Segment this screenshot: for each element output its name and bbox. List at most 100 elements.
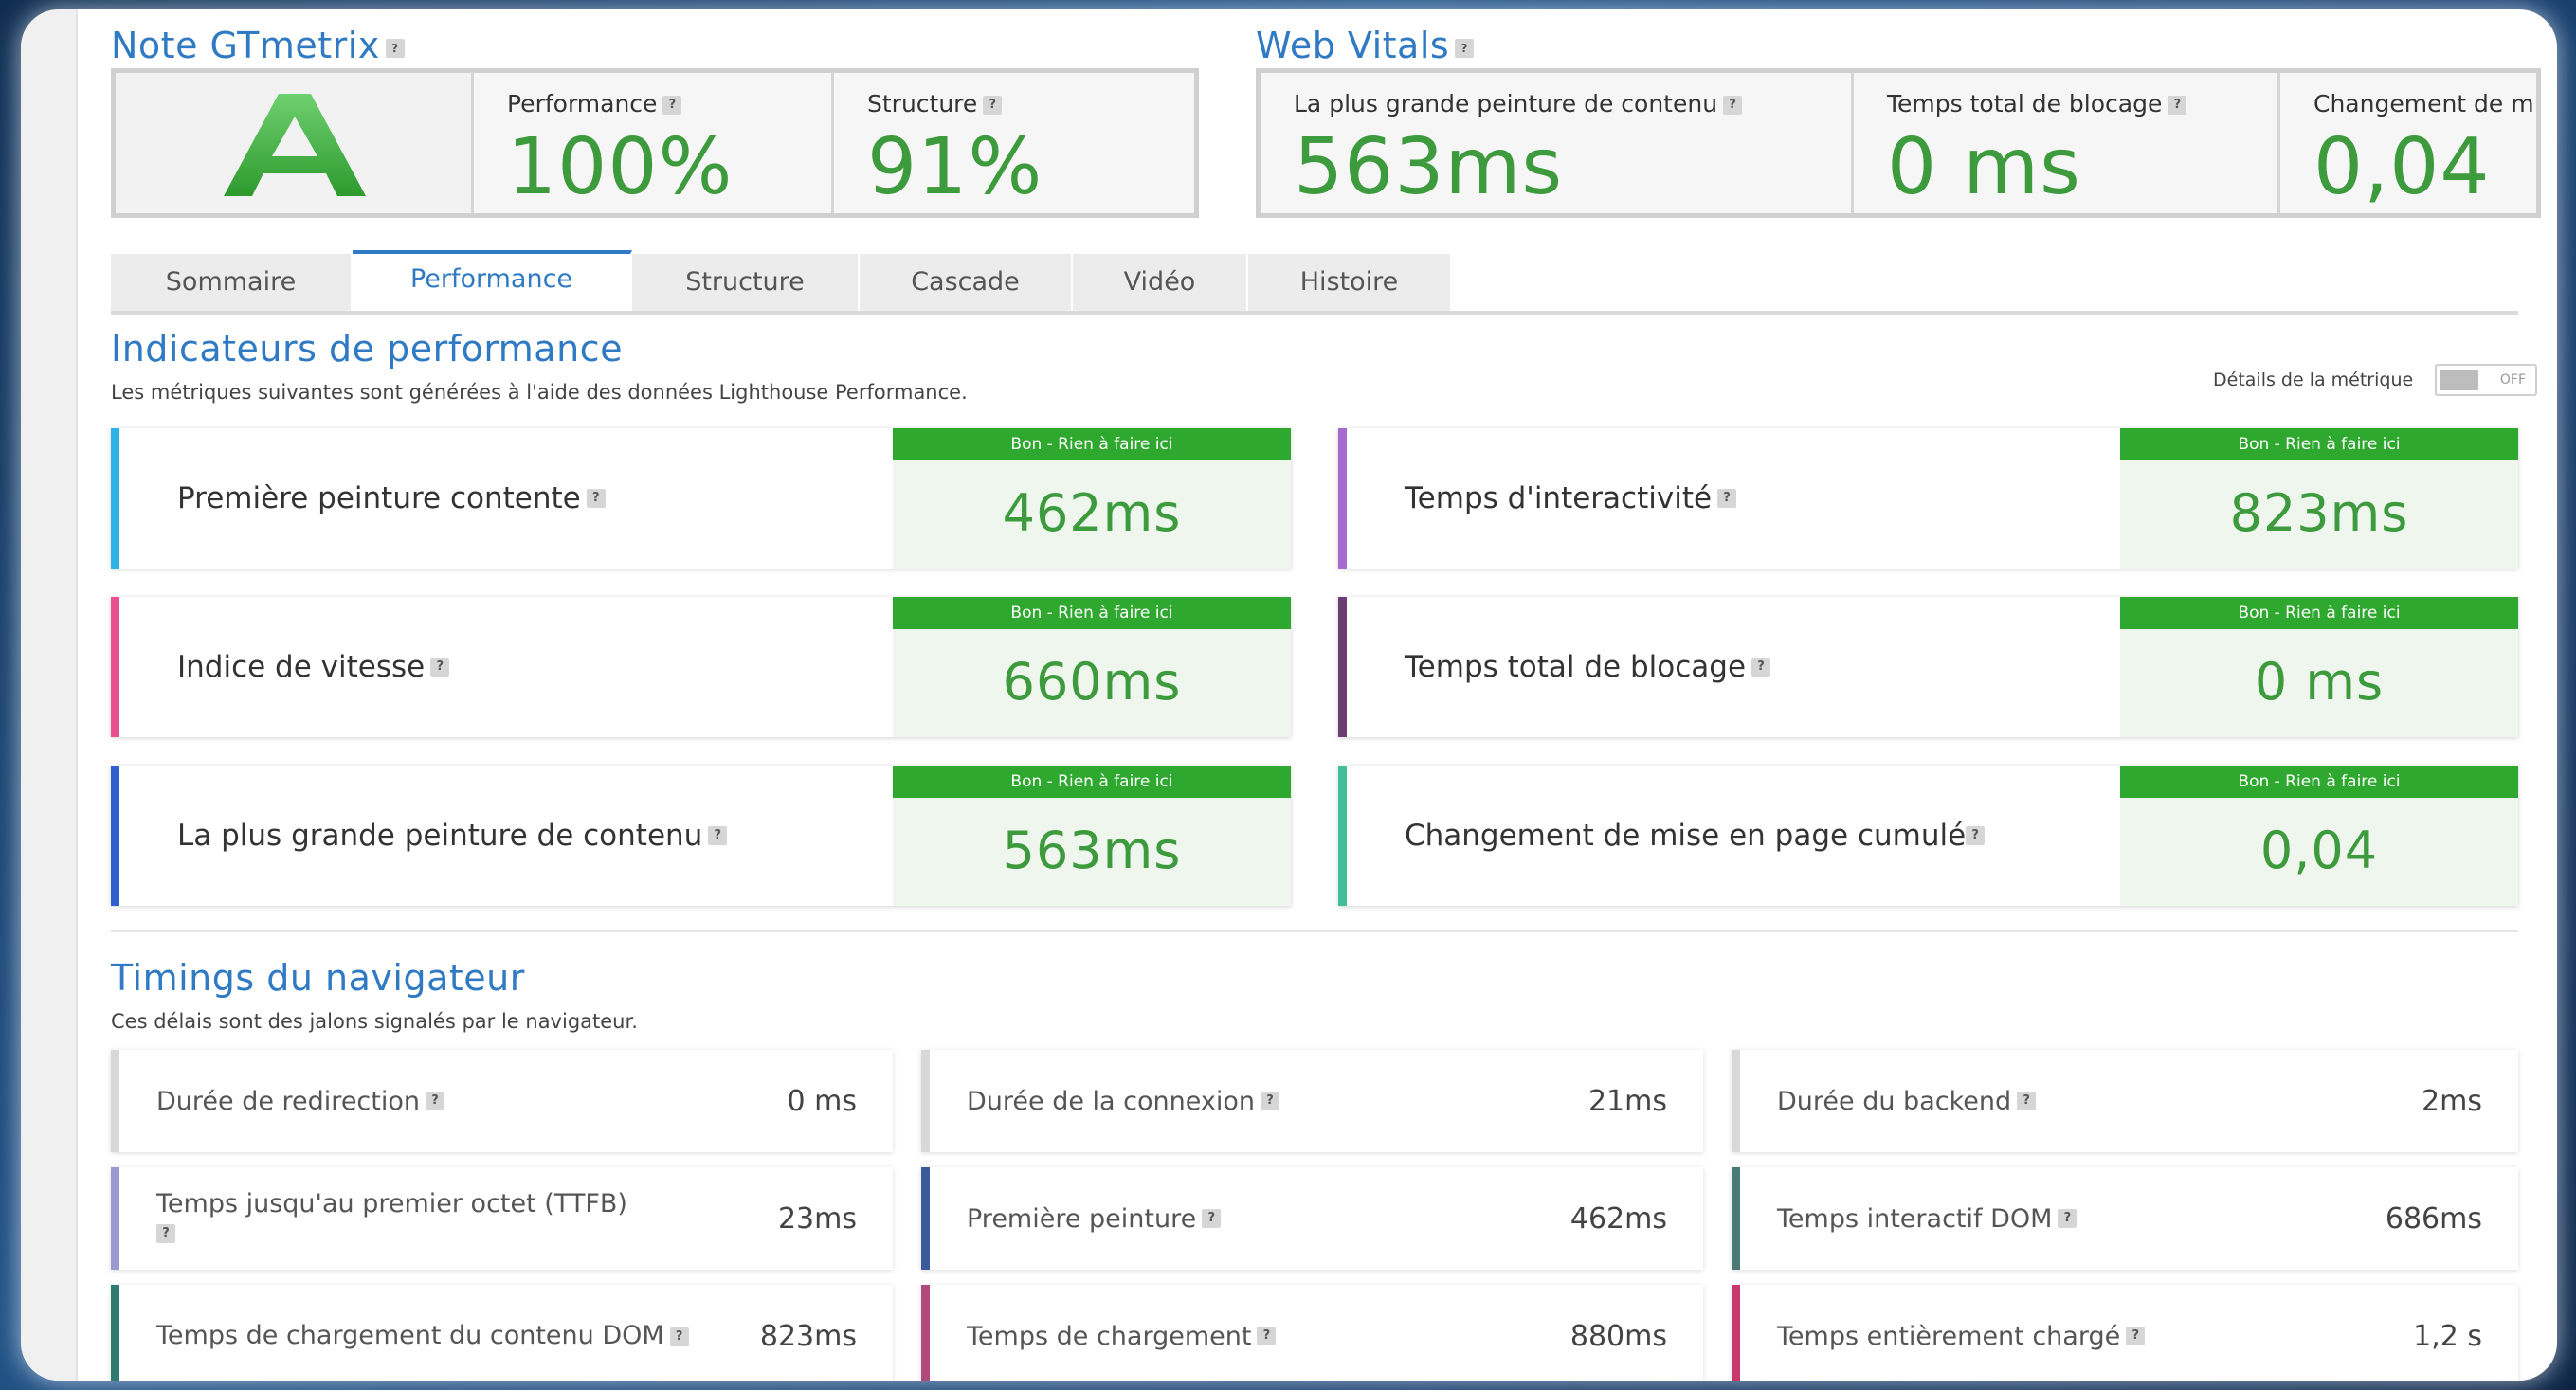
metric-name: La plus grande peinture de contenu? <box>177 766 728 906</box>
tab-histoire[interactable]: Histoire <box>1248 254 1452 311</box>
report-content: Note GTmetrix? A Performance? <box>111 9 2541 1381</box>
metric-score-box: Bon - Rien à faire ici 0 ms <box>2120 597 2518 737</box>
help-icon[interactable]: ? <box>1966 826 1986 845</box>
timings-section-title: Timings du navigateur <box>111 957 525 999</box>
structure-score-cell: Structure? 91% <box>834 73 1194 213</box>
help-icon[interactable]: ? <box>2017 1092 2037 1110</box>
timing-value: 823ms <box>759 1319 857 1353</box>
timing-name: Temps de chargement? <box>967 1285 1277 1381</box>
help-icon[interactable]: ? <box>983 96 1003 115</box>
timing-color-bar <box>921 1167 930 1270</box>
web-vitals-box: La plus grande peinture de contenu? 563m… <box>1256 68 2541 218</box>
timing-name-text: Durée du backend <box>1777 1086 2012 1116</box>
metric-grade-badge: Bon - Rien à faire ici <box>2120 766 2518 798</box>
metric-card-lcp: La plus grande peinture de contenu? Bon … <box>111 766 1291 906</box>
structure-score-label-text: Structure <box>867 90 978 117</box>
timing-name-text: Temps jusqu'au premier octet (TTFB) <box>156 1189 627 1219</box>
timing-name: Temps de chargement du contenu DOM? <box>156 1285 697 1381</box>
tab-structure[interactable]: Structure <box>632 254 860 311</box>
section-divider <box>111 930 2518 932</box>
left-margin-strip <box>21 9 78 1381</box>
performance-section-subtitle: Les métriques suivantes sont générées à … <box>111 381 968 404</box>
metric-value: 823ms <box>2229 483 2409 543</box>
toggle-knob <box>2440 370 2478 390</box>
metric-name-text: Changement de mise en page cumulé <box>1405 819 1967 853</box>
help-icon[interactable]: ? <box>426 1092 444 1110</box>
gtmetrix-grade-title: Note GTmetrix? <box>111 25 405 66</box>
metric-details-toggle[interactable]: OFF <box>2435 364 2537 396</box>
timing-fully-loaded: Temps entièrement chargé? 1,2 s <box>1732 1285 2518 1381</box>
metric-name-text: Indice de vitesse <box>177 650 426 684</box>
metric-color-bar <box>111 428 119 569</box>
metric-value: 0,04 <box>2259 821 2379 880</box>
tab-performance[interactable]: Performance <box>353 250 632 311</box>
timing-onload: Temps de chargement? 880ms <box>921 1285 1703 1381</box>
help-icon[interactable]: ? <box>2126 1327 2146 1345</box>
gtmetrix-grade-title-text: Note GTmetrix <box>111 25 380 66</box>
metric-card-tti: Temps d'interactivité? Bon - Rien à fair… <box>1338 428 2518 569</box>
help-icon[interactable]: ? <box>1723 96 1743 115</box>
timing-color-bar <box>1732 1285 1740 1381</box>
web-vital-tbt-cell: Temps total de blocage? 0 ms <box>1854 73 2280 213</box>
timing-color-bar <box>111 1050 119 1152</box>
web-vital-lcp-label-text: La plus grande peinture de contenu <box>1294 90 1718 117</box>
structure-score-value: 91% <box>867 122 1043 212</box>
help-icon[interactable]: ? <box>662 96 682 115</box>
help-icon[interactable]: ? <box>1261 1092 1280 1110</box>
help-icon[interactable]: ? <box>1455 38 1475 58</box>
help-icon[interactable]: ? <box>586 489 606 508</box>
metric-grade-badge: Bon - Rien à faire ici <box>893 597 1291 629</box>
help-icon[interactable]: ? <box>1257 1327 1277 1345</box>
tab-video[interactable]: Vidéo <box>1073 254 1248 311</box>
metric-name-text: Première peinture contente <box>177 481 581 515</box>
structure-score-label: Structure? <box>867 90 1003 117</box>
tab-sommaire[interactable]: Sommaire <box>111 254 353 311</box>
help-icon[interactable]: ? <box>385 38 405 58</box>
timing-value: 1,2 s <box>2413 1319 2482 1353</box>
performance-score-cell: Performance? 100% <box>474 73 834 213</box>
web-vitals-title: Web Vitals? <box>1256 25 1475 66</box>
metric-grade-badge: Bon - Rien à faire ici <box>2120 428 2518 460</box>
metric-score-box: Bon - Rien à faire ici 0,04 <box>2120 766 2518 906</box>
timing-value: 686ms <box>2385 1201 2482 1236</box>
timing-name-text: Première peinture <box>967 1203 1197 1234</box>
timing-value: 0 ms <box>787 1084 857 1118</box>
metric-color-bar <box>111 597 119 737</box>
web-vital-lcp-cell: La plus grande peinture de contenu? 563m… <box>1261 73 1854 213</box>
timing-color-bar <box>111 1285 119 1381</box>
help-icon[interactable]: ? <box>2058 1209 2077 1228</box>
web-vital-cls-cell: Changement de mi 0,04 <box>2280 73 2536 213</box>
web-vital-tbt-value: 0 ms <box>1887 122 2081 212</box>
help-icon[interactable]: ? <box>430 658 450 677</box>
tab-cascade[interactable]: Cascade <box>860 254 1073 311</box>
timing-name-text: Durée de redirection <box>156 1086 420 1116</box>
web-vitals-title-text: Web Vitals <box>1256 25 1450 66</box>
help-icon[interactable]: ? <box>1202 1209 1222 1228</box>
metric-name: Première peinture contente? <box>177 428 606 569</box>
help-icon[interactable]: ? <box>1751 658 1771 677</box>
performance-score-value: 100% <box>507 122 734 212</box>
help-icon[interactable]: ? <box>708 826 728 845</box>
grade-letter-a <box>224 94 366 196</box>
timing-name-text: Temps interactif DOM <box>1777 1203 2053 1234</box>
timing-dom-content-loaded: Temps de chargement du contenu DOM? 823m… <box>111 1285 893 1381</box>
metric-color-bar <box>1338 428 1347 569</box>
timing-name: Temps entièrement chargé? <box>1777 1285 2146 1381</box>
help-icon[interactable]: ? <box>1717 489 1737 508</box>
report-tabs: Sommaire Performance Structure Cascade V… <box>111 250 2518 315</box>
toggle-state-text: OFF <box>2499 372 2526 388</box>
timing-color-bar <box>921 1050 930 1152</box>
timing-name: Durée du backend? <box>1777 1050 2037 1152</box>
help-icon[interactable]: ? <box>156 1223 175 1243</box>
performance-section-title: Indicateurs de performance <box>111 328 623 370</box>
help-icon[interactable]: ? <box>2168 96 2187 115</box>
timing-first-paint: Première peinture? 462ms <box>921 1167 1703 1270</box>
metric-card-speed-index: Indice de vitesse? Bon - Rien à faire ic… <box>111 597 1291 737</box>
metric-color-bar <box>1338 766 1347 906</box>
metric-grade-badge: Bon - Rien à faire ici <box>2120 597 2518 629</box>
metric-color-bar <box>1338 597 1347 737</box>
metric-score-box: Bon - Rien à faire ici 563ms <box>893 766 1291 906</box>
timing-value: 21ms <box>1587 1084 1667 1118</box>
web-vital-tbt-label-text: Temps total de blocage <box>1887 90 2163 117</box>
help-icon[interactable]: ? <box>669 1327 689 1346</box>
